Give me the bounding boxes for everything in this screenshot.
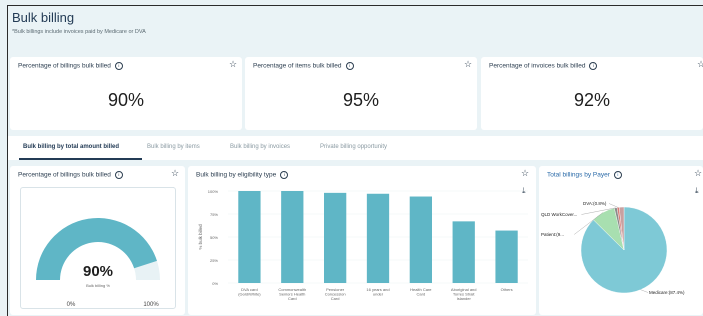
tab-items[interactable]: Bulk billing by items xyxy=(147,144,200,150)
active-tab-indicator xyxy=(19,158,142,160)
kpi-card-invoices: Percentage of invoices bulk billed i ☆ 92… xyxy=(481,57,703,130)
bar[interactable] xyxy=(452,221,475,283)
y-tick-label: 75% xyxy=(210,212,218,217)
info-icon[interactable]: i xyxy=(589,62,598,70)
info-icon[interactable]: i xyxy=(114,62,123,70)
pie-leader-line xyxy=(608,203,619,208)
y-tick-label: 50% xyxy=(210,235,218,240)
bar[interactable] xyxy=(366,193,390,283)
info-icon[interactable]: i xyxy=(114,171,123,179)
y-tick-label: 25% xyxy=(210,258,218,263)
gauge-svg: 90% Bulk billing % 0% 100% xyxy=(36,218,160,308)
page-subtitle: *Bulk billings include invoices paid by … xyxy=(12,29,146,35)
bar[interactable] xyxy=(495,230,518,283)
bar[interactable] xyxy=(281,191,304,283)
gauge-min-label: 0% xyxy=(67,302,76,308)
gauge-container: 90% Bulk billing % 0% 100% xyxy=(20,187,176,309)
tab-total-amount[interactable]: Bulk billing by total amount billed xyxy=(23,144,119,150)
bar-chart-svg: 0% 25% 50% 75% 100% % bulk billed DVA card (Gol… xyxy=(198,189,528,301)
star-icon[interactable]: ☆ xyxy=(464,60,472,69)
kpi-value: 90% xyxy=(107,90,145,110)
pie-slice-label: DVA:(0.8%) xyxy=(583,201,607,206)
tab-private-billing[interactable]: Private billing opportunity xyxy=(320,144,387,150)
page-title: Bulk billing xyxy=(12,10,75,25)
bar[interactable] xyxy=(409,196,432,283)
gauge-card: Percentage of billings bulk billedi ☆ ⤓ … xyxy=(10,166,185,315)
info-icon[interactable]: i xyxy=(345,62,354,70)
pie-slice-label: Medicare:(87.4%) xyxy=(649,290,685,295)
bar[interactable] xyxy=(324,192,347,283)
y-axis-label: % bulk billed xyxy=(198,224,203,250)
gauge-caption: Bulk billing % xyxy=(86,283,110,288)
gauge-value: 90% xyxy=(83,263,113,280)
star-icon[interactable]: ☆ xyxy=(171,169,179,178)
pie-leader-line xyxy=(640,289,649,293)
pie-slice-label: Patient:(9... xyxy=(541,232,564,237)
tab-invoices[interactable]: Bulk billing by invoices xyxy=(230,144,290,150)
x-tick-label: Others xyxy=(501,287,513,292)
gauge-title: Percentage of billings bulk billed xyxy=(18,171,111,179)
x-tick-label: Aboriginal and Torres Strait Islander xyxy=(451,287,477,301)
kpi-value: 95% xyxy=(342,90,380,110)
y-tick-label: 0% xyxy=(212,281,218,286)
pie-chart-card: Total billings by Payer i ☆ ⤓ Medicare:(8… xyxy=(539,166,703,315)
star-icon[interactable]: ☆ xyxy=(229,60,237,69)
kpi-card-billings: Percentage of billings bulk billed i ☆ 90… xyxy=(10,57,242,130)
x-tick-label: Pensioner Concession Card xyxy=(325,287,346,301)
star-icon[interactable]: ☆ xyxy=(697,60,703,69)
bar[interactable] xyxy=(238,191,261,283)
x-tick-label: 16 years and under xyxy=(366,287,389,297)
kpi-card-items: Percentage of items bulk billed i ☆ 95% xyxy=(245,57,477,130)
x-tick-label: DVA card (Gold/White) xyxy=(238,287,261,297)
kpi-label: Percentage of items bulk billed xyxy=(253,62,342,70)
tab-bar: Bulk billing by total amount billed Bulk… xyxy=(8,136,703,160)
bar-chart-card: Bulk billing by eligibility type i ☆ ⤓ 0%… xyxy=(188,166,536,315)
pie-slice-label: QLD WorkCover... xyxy=(541,212,577,217)
x-tick-label: Health Care Card xyxy=(410,287,432,297)
x-tick-label: Commonwealth Seniors Health Card xyxy=(278,287,306,301)
gauge-max-label: 100% xyxy=(143,302,159,308)
page-header: Bulk billing *Bulk billings include invo… xyxy=(8,6,703,56)
pie-chart-svg: Medicare:(87.4%) Patient:(9... QLD WorkCov… xyxy=(541,201,685,295)
kpi-label: Percentage of invoices bulk billed xyxy=(489,62,586,70)
kpi-value: 92% xyxy=(573,90,611,110)
kpi-label: Percentage of billings bulk billed xyxy=(18,62,111,70)
y-tick-label: 100% xyxy=(208,189,219,194)
